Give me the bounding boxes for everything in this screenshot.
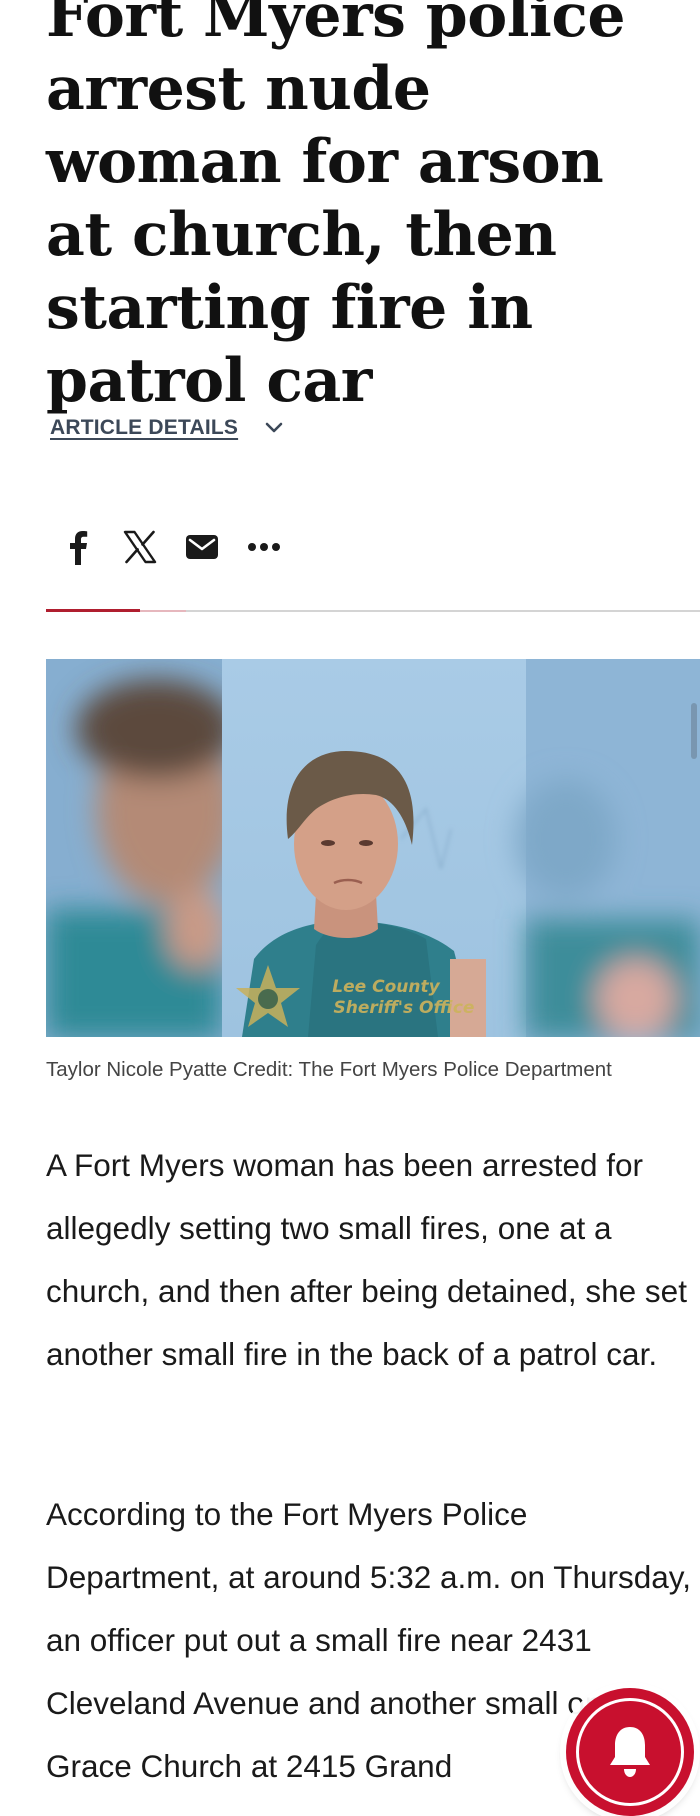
divider-accent [46, 609, 140, 612]
article-paragraph: A Fort Myers woman has been arrested for… [46, 1147, 687, 1372]
x-icon [123, 530, 157, 564]
more-icon [248, 543, 280, 551]
share-bar [60, 522, 308, 572]
photo-caption: Taylor Nicole Pyatte Credit: The Fort My… [46, 1058, 612, 1081]
facebook-icon [70, 531, 88, 565]
notification-bell-button[interactable] [566, 1688, 694, 1816]
watermark-line1: Lee County [332, 977, 440, 997]
chevron-down-icon [265, 422, 283, 433]
article-headline: Fort Myers police arrest nude woman for … [46, 0, 626, 416]
divider-accent-fade [140, 610, 186, 612]
share-email-button[interactable] [184, 522, 220, 572]
scrollbar-thumb[interactable] [691, 703, 697, 759]
share-more-button[interactable] [246, 522, 282, 572]
article-details-toggle[interactable]: ARTICLE DETAILS [50, 416, 284, 440]
article-details-label: ARTICLE DETAILS [50, 416, 239, 439]
bell-icon [610, 1727, 650, 1777]
watermark-line2: Sheriff's Office [334, 998, 475, 1018]
bell-ring [576, 1698, 684, 1806]
share-x-button[interactable] [122, 522, 158, 572]
mugshot-image: Lee County Sheriff's Office [46, 659, 700, 1037]
email-icon [186, 535, 218, 559]
share-facebook-button[interactable] [60, 522, 96, 572]
article-photo[interactable]: Lee County Sheriff's Office [46, 659, 700, 1037]
